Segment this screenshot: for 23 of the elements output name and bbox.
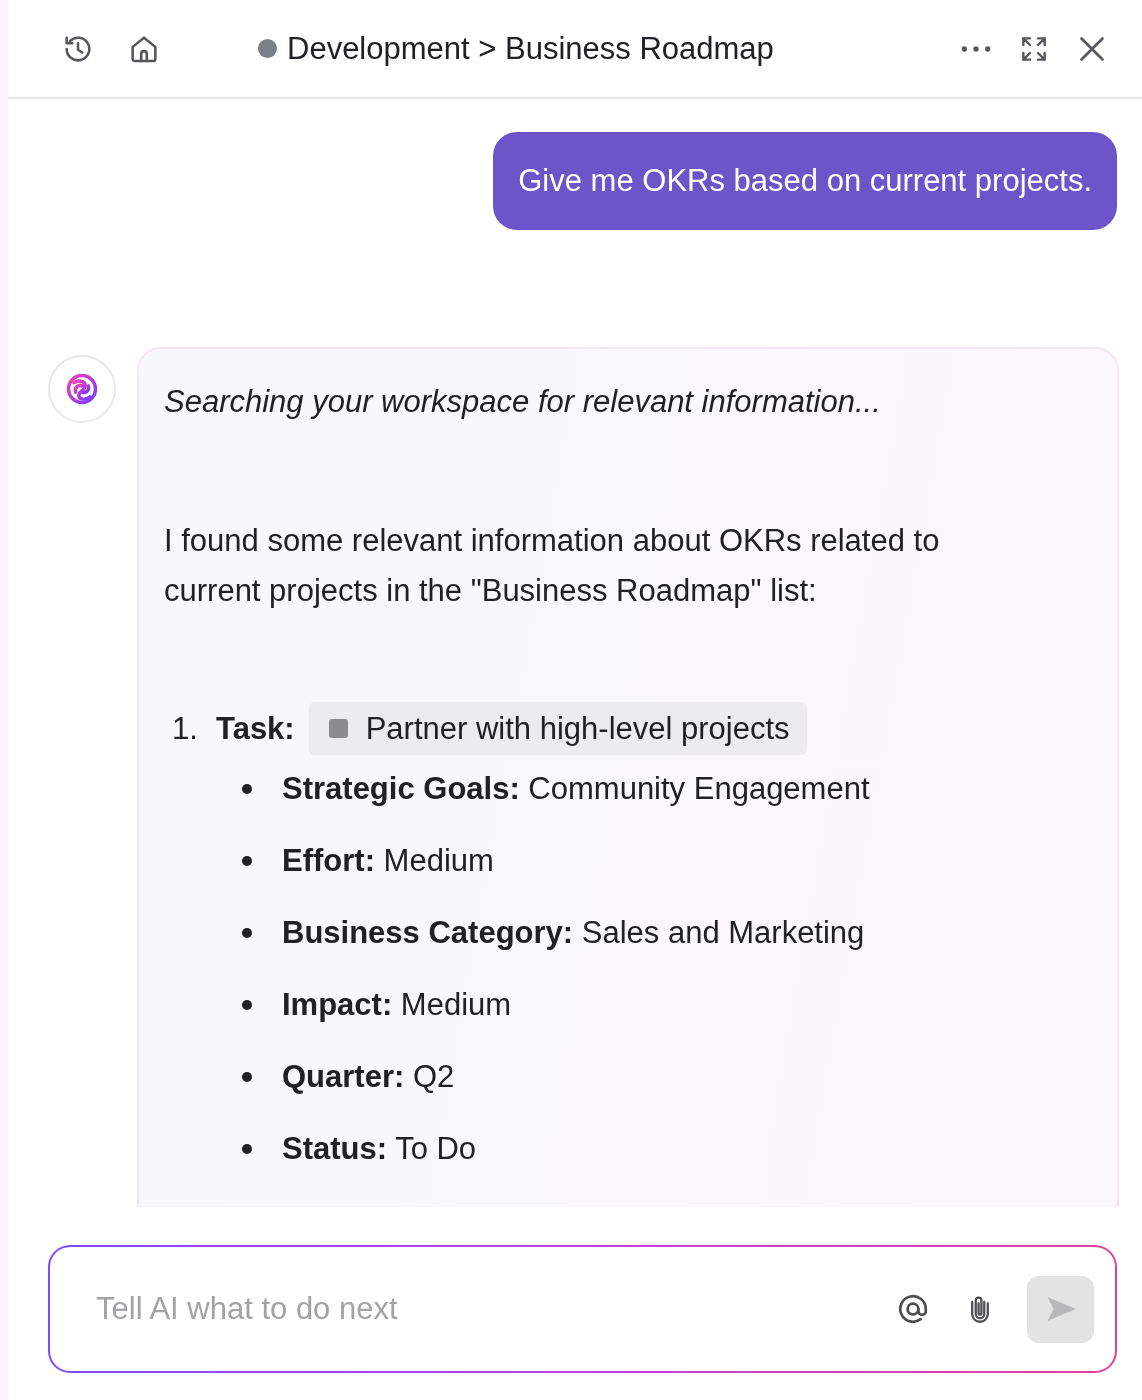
bullet-icon — [242, 856, 252, 866]
task-chip[interactable]: Partner with high-level projects — [308, 702, 807, 755]
more-icon — [961, 45, 991, 52]
field-label: Task: — [216, 709, 295, 748]
mention-icon — [896, 1292, 930, 1326]
bullet-icon — [242, 1000, 252, 1010]
bullet-icon — [242, 1072, 252, 1082]
field-text: Strategic Goals: Community Engagement — [282, 770, 870, 808]
field-text: Impact: Medium — [282, 986, 512, 1024]
breadcrumb[interactable]: Development > Business Roadmap — [287, 30, 774, 67]
task-square-icon — [328, 719, 348, 738]
status-dot — [258, 39, 277, 58]
list-number: 1. — [171, 709, 199, 748]
field-text: Quarter: Q2 — [282, 1058, 455, 1096]
response-text: I found some relevant information about OKRs related to current projects in the "Business Roadmap" list: — [164, 522, 941, 610]
field-text: Status: To Do — [282, 1130, 477, 1168]
bullet-icon — [242, 928, 252, 938]
user-message: Give me OKRs based on current projects. — [493, 132, 1117, 230]
field-text: Business Category: Sales and Marketing — [282, 914, 865, 952]
bullet-icon — [242, 1144, 252, 1154]
field-text: Effort: Medium — [282, 842, 494, 880]
status-text: Searching your workspace for relevant information... — [164, 383, 882, 421]
bullet-icon — [242, 784, 252, 794]
